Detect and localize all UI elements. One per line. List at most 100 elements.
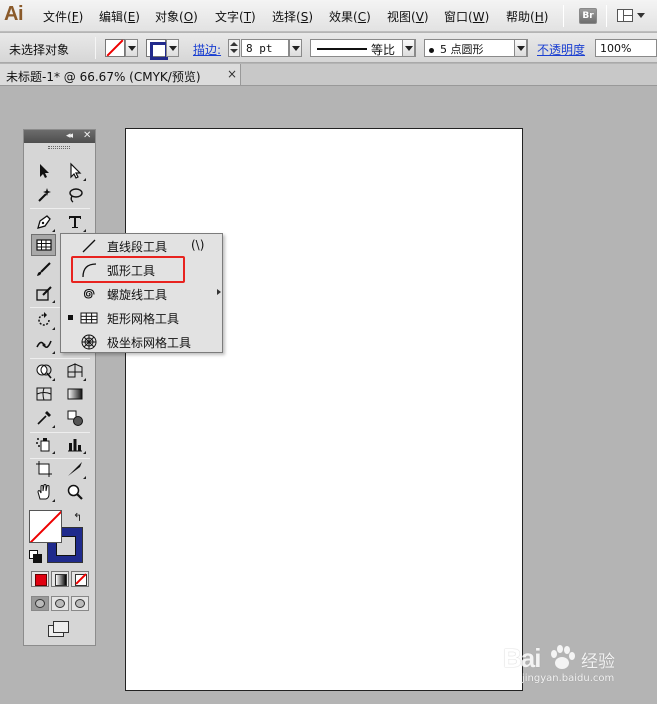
selection-status: 未选择对象 [9,43,70,57]
opacity-panel-link[interactable]: 不透明度 [537,41,585,58]
line-segment-icon [82,239,96,253]
tool-divider [30,208,90,209]
collapse-panel-icon[interactable]: ◂◂ [66,131,73,141]
paintbrush-tool[interactable] [33,258,55,280]
artboard-icon [36,461,52,477]
magic-wand-tool[interactable] [33,184,55,206]
menu-view[interactable]: 视图(V) [387,8,429,25]
screen-mode-button[interactable] [46,619,70,637]
opacity-input[interactable]: 100% [595,39,657,57]
document-tab[interactable]: 未标题-1* @ 66.67% (CMYK/预览) × [0,64,241,86]
gradient-mode-button[interactable] [51,571,69,587]
hand-icon [37,484,50,500]
none-mode-button[interactable] [71,571,89,587]
menu-effect[interactable]: 效果(C) [329,8,371,25]
menu-help[interactable]: 帮助(H) [506,8,548,25]
column-graph-tool[interactable] [64,433,86,455]
default-colors-icon[interactable] [29,550,42,563]
menu-object[interactable]: 对象(O) [155,8,198,25]
watermark-brand-cn: 经验 [581,652,615,672]
lasso-tool[interactable] [64,184,86,206]
menu-edit[interactable]: 编辑(E) [99,8,140,25]
uniform-profile-line [317,48,367,50]
magnifier-icon [67,484,83,500]
artboard-tool[interactable] [33,458,55,480]
stroke-weight-stepper[interactable] [228,39,240,57]
line-tools-flyout: 直线段工具 (\) 弧形工具 螺旋线工具 矩形网格工具 极坐标网格工具 [60,233,223,353]
tab-strip [241,64,657,86]
selection-tool[interactable] [33,160,55,182]
current-tool-marker [68,315,73,320]
draw-normal-button[interactable] [31,596,49,611]
shape-builder-tool[interactable] [33,360,55,382]
rectangular-grid-tool[interactable] [31,234,56,256]
flyout-item-line-segment[interactable]: 直线段工具 (\) [61,234,222,257]
type-t-icon [69,216,81,228]
width-tool[interactable] [33,333,55,355]
perspective-grid-tool[interactable] [64,360,86,382]
selection-arrow-icon [40,164,49,178]
symbol-sprayer-icon [36,438,50,452]
shape-builder-icon [36,364,52,379]
slice-knife-icon [68,462,82,476]
symbol-sprayer-tool[interactable] [33,433,55,455]
tools-panel-header[interactable]: ◂◂ ✕ [24,130,95,143]
eyedropper-tool[interactable] [33,407,55,429]
menu-select[interactable]: 选择(S) [272,8,313,25]
draw-inside-button[interactable] [71,596,89,611]
flyout-item-polar-grid[interactable]: 极坐标网格工具 [61,330,222,353]
hand-tool[interactable] [33,481,55,503]
menu-window[interactable]: 窗口(W) [444,8,489,25]
fill-swatch[interactable] [105,39,125,57]
direct-selection-tool[interactable] [64,160,86,182]
zoom-tool[interactable] [64,481,86,503]
bridge-button[interactable]: Br [579,8,597,24]
blend-tool[interactable] [64,407,86,429]
annotation-highlight-box [71,256,185,283]
shortcut-hint: (\) [191,238,205,252]
workspace-layout-icon [617,9,633,22]
column-graph-icon [68,439,82,452]
color-mode-button[interactable] [31,571,49,587]
stroke-weight-input[interactable]: 8 pt [241,39,289,57]
slice-tool[interactable] [64,458,86,480]
fill-color-swatch[interactable] [29,510,62,543]
close-icon[interactable]: × [227,67,237,81]
brush-definition-select[interactable]: 5 点圆形 [424,39,528,57]
gradient-tool[interactable] [64,383,86,405]
watermark-url: jingyan.baidu.com [522,673,615,684]
stroke-panel-link[interactable]: 描边: [193,41,221,58]
blend-icon [67,410,83,426]
pen-tool[interactable] [33,211,55,233]
draw-behind-icon [55,599,65,608]
stroke-swatch[interactable] [146,39,168,60]
paw-logo-icon [551,645,575,669]
swap-fill-stroke-icon[interactable]: ↰ [73,511,82,524]
flyout-item-rectangular-grid[interactable]: 矩形网格工具 [61,306,222,329]
document-title: 未标题-1* @ 66.67% (CMYK/预览) [6,70,201,84]
variable-width-profile-select[interactable]: 等比 [310,39,416,57]
stroke-dropdown-button[interactable] [166,39,179,57]
close-panel-icon[interactable]: ✕ [83,130,91,141]
stroke-weight-dropdown[interactable] [289,39,302,57]
flyout-item-spiral[interactable]: 螺旋线工具 [61,282,222,305]
app-logo: Ai [4,3,24,25]
mesh-tool[interactable] [33,383,55,405]
panel-grip-handle[interactable] [48,146,70,149]
draw-behind-button[interactable] [51,596,69,611]
menu-bar: Ai 文件(F) 编辑(E) 对象(O) 文字(T) 选择(S) 效果(C) 视… [0,0,657,32]
menu-type[interactable]: 文字(T) [215,8,256,25]
workspace-switcher-button[interactable] [617,8,645,24]
menu-file[interactable]: 文件(F) [43,8,83,25]
grid-icon [35,239,52,251]
profile-dropdown-button[interactable] [402,39,415,57]
rotate-icon [38,312,50,326]
type-tool[interactable] [64,211,86,233]
artboard[interactable] [125,128,523,691]
fill-dropdown-button[interactable] [125,39,138,57]
blob-brush-tool[interactable] [33,282,55,304]
tearoff-arrow-icon[interactable] [217,289,221,295]
brush-dropdown-button[interactable] [514,39,527,57]
round-brush-icon [429,47,434,53]
rotate-tool[interactable] [33,309,55,331]
